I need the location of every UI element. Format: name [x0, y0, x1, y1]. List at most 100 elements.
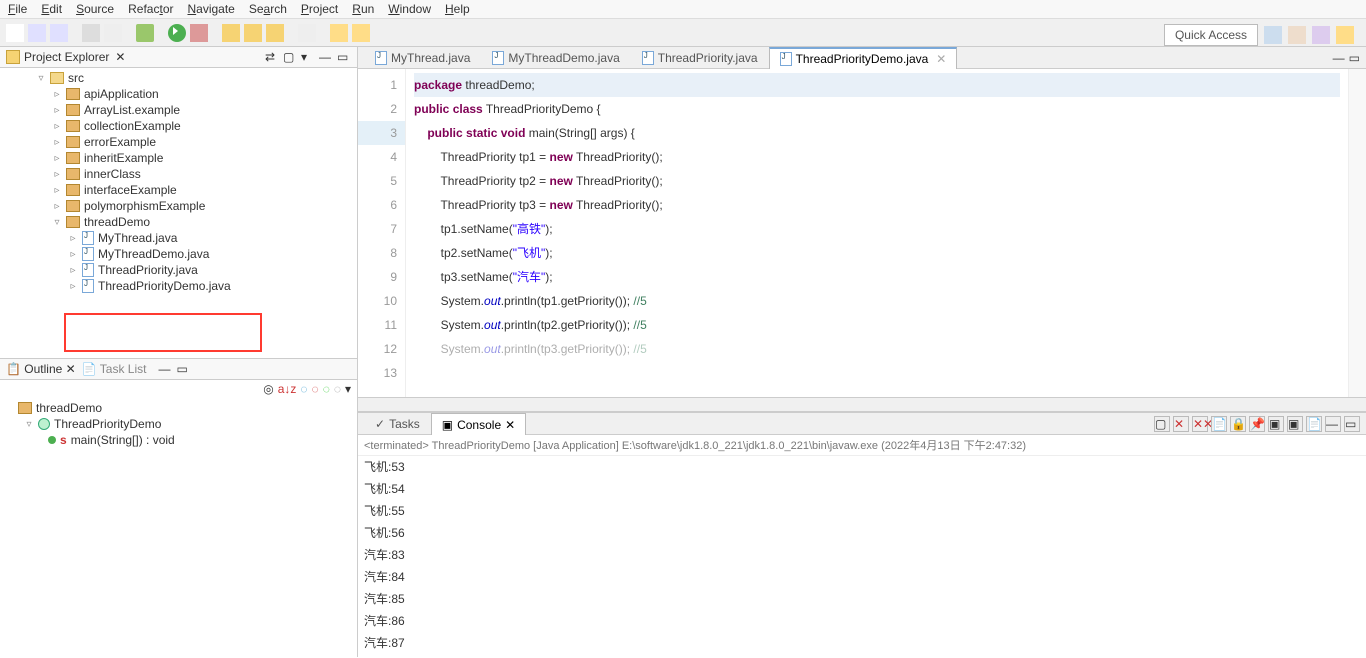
perspective-open-icon[interactable] [1336, 26, 1354, 44]
terminate-icon[interactable]: ▢ [1154, 416, 1170, 432]
outline-tree[interactable]: threadDemo ▿ThreadPriorityDemo s main(St… [0, 398, 357, 450]
debug-icon[interactable] [136, 24, 154, 42]
minimize-icon[interactable]: — [1325, 416, 1341, 432]
project-tree[interactable]: ▿src ▹apiApplication ▹ArrayList.example … [0, 68, 357, 358]
remove-all-icon[interactable]: ✕✕ [1192, 416, 1208, 432]
tab-mythread[interactable]: MyThread.java [364, 47, 481, 68]
package-icon [66, 120, 80, 132]
tree-package-expanded[interactable]: ▿threadDemo [8, 214, 357, 230]
menu-refactor[interactable]: Refactor [128, 2, 173, 16]
view-menu-icon[interactable]: ▾ [301, 50, 315, 64]
tree-package[interactable]: ▹ArrayList.example [8, 102, 357, 118]
code-editor[interactable]: 1 2 3 4 5 6 7 8 9 10 11 12 13 package th… [358, 69, 1366, 397]
minimize-icon[interactable]: — [319, 50, 333, 64]
new-icon[interactable] [6, 24, 24, 42]
package-icon [66, 152, 80, 164]
project-explorer-header: Project Explorer ✕ ⇄ ▢ ▾ — ▭ [0, 47, 357, 68]
new-console-icon[interactable]: 📄 [1306, 416, 1322, 432]
maximize-icon[interactable]: ▭ [1349, 51, 1360, 65]
remove-icon[interactable]: ✕ [1173, 416, 1189, 432]
sort-icon[interactable]: a↓z [278, 382, 297, 396]
build-icon[interactable] [104, 24, 122, 42]
tree-package[interactable]: ▹apiApplication [8, 86, 357, 102]
focus-icon[interactable]: ◎ [263, 382, 273, 396]
menu-navigate[interactable]: Navigate [187, 2, 234, 16]
menu-project[interactable]: Project [301, 2, 338, 16]
minimize-icon[interactable]: — [158, 362, 170, 376]
menu-search[interactable]: Search [249, 2, 287, 16]
tab-console[interactable]: ▣ Console ✕ [431, 413, 526, 435]
menu-file[interactable]: FFileile [8, 2, 27, 16]
project-explorer-icon [6, 50, 20, 64]
tree-package[interactable]: ▹innerClass [8, 166, 357, 182]
outline-method[interactable]: s main(String[]) : void [8, 432, 349, 448]
menu-window[interactable]: Window [388, 2, 431, 16]
menu-run[interactable]: Run [352, 2, 374, 16]
pin-console-icon[interactable]: 📌 [1249, 416, 1265, 432]
forward-icon[interactable] [352, 24, 370, 42]
tab-threadpriority[interactable]: ThreadPriority.java [631, 47, 769, 68]
console-status: <terminated> ThreadPriorityDemo [Java Ap… [358, 435, 1366, 456]
code-content[interactable]: package threadDemo;public class ThreadPr… [406, 69, 1348, 397]
run-last-icon[interactable] [190, 24, 208, 42]
public-method-icon [48, 436, 56, 444]
tree-package[interactable]: ▹interfaceExample [8, 182, 357, 198]
tree-java-file[interactable]: ▹MyThreadDemo.java [8, 246, 357, 262]
tree-package[interactable]: ▹collectionExample [8, 118, 357, 134]
editor-tabs: MyThread.java MyThreadDemo.java ThreadPr… [358, 47, 1366, 69]
save-icon[interactable] [28, 24, 46, 42]
display-icon[interactable]: ▣ [1268, 416, 1284, 432]
search-icon[interactable] [298, 24, 316, 42]
hide-fields-icon[interactable]: ◌ [300, 382, 307, 396]
open-console-icon[interactable]: ▣ [1287, 416, 1303, 432]
perspective-java-icon[interactable] [1264, 26, 1282, 44]
tree-package[interactable]: ▹errorExample [8, 134, 357, 150]
collapse-all-icon[interactable]: ▢ [283, 50, 297, 64]
perspective-other-icon[interactable] [1312, 26, 1330, 44]
menu-help[interactable]: Help [445, 2, 470, 16]
hide-local-icon[interactable]: ◌ [334, 382, 341, 396]
package-icon [66, 136, 80, 148]
maximize-icon[interactable]: ▭ [337, 50, 351, 64]
hide-static-icon[interactable]: ◌ [312, 382, 319, 396]
tab-tasks[interactable]: ✓ Tasks [364, 413, 431, 434]
tasklist-tab[interactable]: 📄 Task List [82, 362, 147, 376]
perspective-debug-icon[interactable] [1288, 26, 1306, 44]
tree-package[interactable]: ▹polymorphismExample [8, 198, 357, 214]
tab-threadprioritydemo[interactable]: ThreadPriorityDemo.java✕ [769, 47, 958, 69]
maximize-icon[interactable]: ▭ [1344, 416, 1360, 432]
console-line: 汽车:84 [364, 566, 1360, 588]
tree-package[interactable]: ▹inheritExample [8, 150, 357, 166]
outline-package[interactable]: threadDemo [8, 400, 349, 416]
horizontal-scrollbar[interactable] [358, 397, 1366, 411]
scroll-lock-icon[interactable]: 🔒 [1230, 416, 1246, 432]
back-icon[interactable] [330, 24, 348, 42]
outline-class[interactable]: ▿ThreadPriorityDemo [8, 416, 349, 432]
maximize-icon[interactable]: ▭ [176, 362, 187, 376]
open-type-icon[interactable] [266, 24, 284, 42]
hide-nonpublic-icon[interactable]: ◌ [323, 382, 330, 396]
tree-src[interactable]: ▿src [8, 70, 357, 86]
clear-console-icon[interactable]: 📄 [1211, 416, 1227, 432]
tab-mythreaddemo[interactable]: MyThreadDemo.java [481, 47, 630, 68]
close-icon[interactable]: ✕ [936, 52, 946, 66]
overview-ruler[interactable] [1348, 69, 1366, 397]
console-output[interactable]: 飞机:53 飞机:54 飞机:55 飞机:56 汽车:83 汽车:84 汽车:8… [358, 456, 1366, 657]
link-editor-icon[interactable]: ⇄ [265, 50, 279, 64]
tree-java-file[interactable]: ▹MyThread.java [8, 230, 357, 246]
highlight-box [64, 313, 262, 352]
view-menu-icon[interactable]: ▾ [345, 382, 351, 396]
tree-java-file[interactable]: ▹ThreadPriority.java [8, 262, 357, 278]
switch-icon[interactable] [82, 24, 100, 42]
new-class-icon[interactable] [244, 24, 262, 42]
menu-edit[interactable]: Edit [41, 2, 62, 16]
quick-access-input[interactable]: Quick Access [1164, 24, 1258, 46]
java-file-icon [642, 51, 654, 65]
save-all-icon[interactable] [50, 24, 68, 42]
outline-tab[interactable]: 📋 Outline ✕ [6, 362, 76, 376]
minimize-icon[interactable]: — [1333, 51, 1345, 65]
menu-source[interactable]: Source [76, 2, 114, 16]
run-icon[interactable] [168, 24, 186, 42]
new-package-icon[interactable] [222, 24, 240, 42]
tree-java-file[interactable]: ▹ThreadPriorityDemo.java [8, 278, 357, 294]
